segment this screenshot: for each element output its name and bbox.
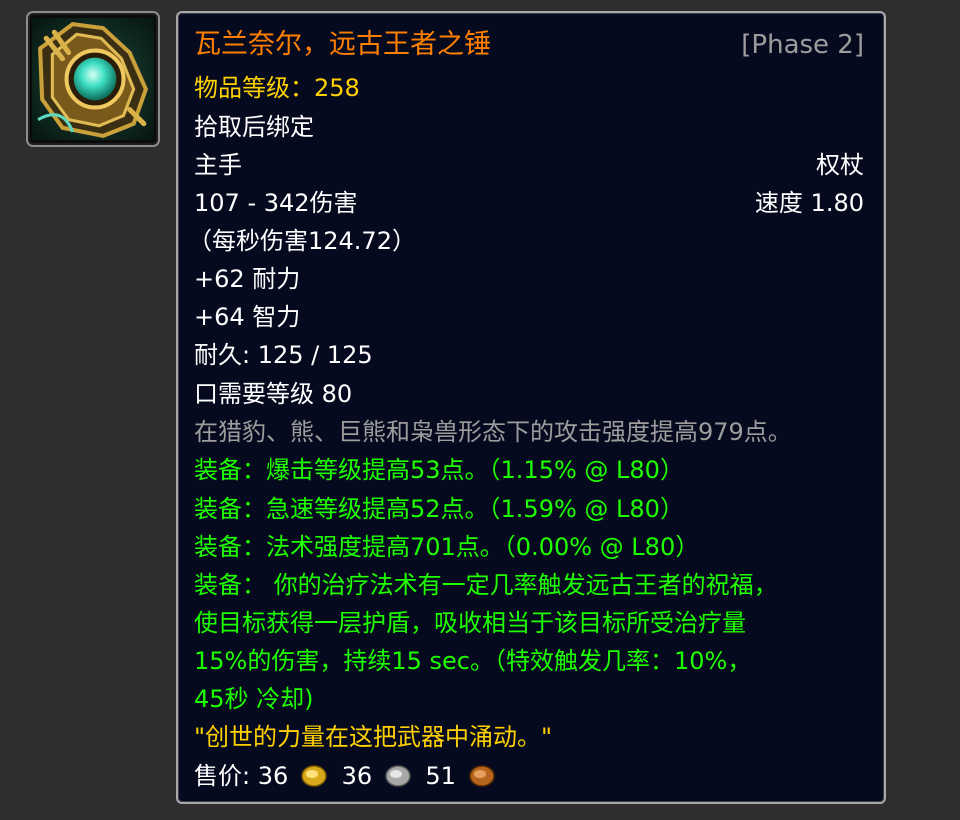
- equip-crit: 装备：爆击等级提高53点。（1.15% @ L80）: [194, 456, 684, 484]
- sell-price-row: 售价: 36 36 51: [194, 761, 864, 791]
- gold-amount: 36: [257, 762, 289, 790]
- equip-proc-line-1: 装备： 你的治疗法术有一定几率触发远古王者的祝福，: [194, 571, 778, 599]
- durability-text: 耐久: 125 / 125: [194, 341, 373, 369]
- silver-coin-icon: [385, 765, 411, 787]
- binding-text: 拾取后绑定: [194, 113, 314, 141]
- dps-text: （每秒伤害124.72）: [188, 227, 416, 255]
- damage-row: 107 - 342伤害 速度 1.80: [194, 188, 864, 218]
- sell-label: 售价:: [194, 762, 251, 790]
- equip-haste: 装备：急速等级提高52点。（1.59% @ L80）: [194, 495, 684, 523]
- copper-amount: 51: [425, 762, 456, 790]
- stat-intellect: +64 智力: [194, 303, 301, 331]
- silver-amount: 36: [341, 762, 373, 790]
- passive-text: 在猎豹、熊、巨熊和枭兽形态下的攻击强度提高979点。: [194, 418, 792, 446]
- weapon-type: 权杖: [816, 151, 864, 179]
- phase-tag: [Phase 2]: [741, 30, 864, 60]
- item-name: 瓦兰奈尔，远古王者之锤: [194, 29, 491, 60]
- mace-icon: [32, 18, 154, 140]
- equip-proc-line-3: 15%的伤害，持续15 sec。（特效触发几率：10%，: [194, 647, 752, 675]
- flavor-text: "创世的力量在这把武器中涌动。": [194, 723, 553, 751]
- slot-text: 主手: [194, 151, 242, 179]
- item-tooltip: 瓦兰奈尔，远古王者之锤 [Phase 2] 物品等级：258 拾取后绑定 主手 …: [176, 11, 886, 804]
- equip-spellpower: 装备：法术强度提高701点。（0.00% @ L80）: [194, 533, 700, 561]
- item-icon-frame[interactable]: [26, 11, 160, 147]
- speed-text: 速度 1.80: [754, 189, 864, 217]
- item-name-row: 瓦兰奈尔，远古王者之锤 [Phase 2]: [194, 29, 864, 61]
- damage-text: 107 - 342伤害: [194, 189, 358, 217]
- slot-row: 主手 权杖: [194, 150, 864, 180]
- stat-stamina: +62 耐力: [194, 265, 301, 293]
- gold-coin-icon: [301, 765, 327, 787]
- equip-proc-line-2: 使目标获得一层护盾，吸收相当于该目标所受治疗量: [194, 609, 746, 637]
- level-requirement: 口需要等级 80: [194, 380, 353, 408]
- copper-coin-icon: [468, 765, 495, 787]
- equip-proc-line-4: 45秒 冷却): [194, 685, 314, 713]
- item-level: 物品等级：258: [194, 74, 360, 102]
